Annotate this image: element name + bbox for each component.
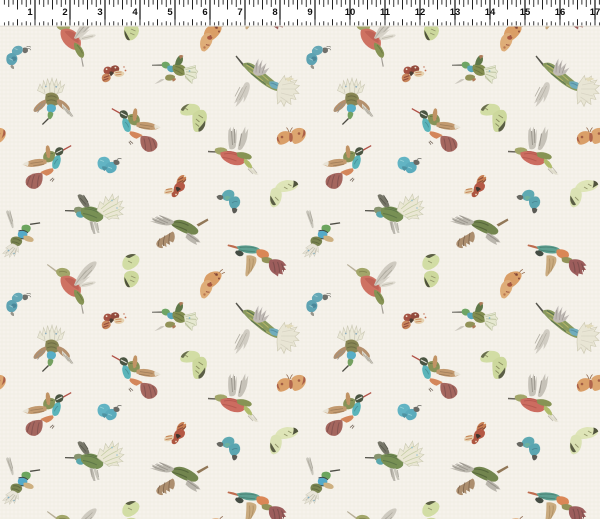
svg-text:4: 4 (132, 7, 138, 18)
svg-text:17: 17 (590, 7, 600, 18)
svg-text:1: 1 (27, 7, 33, 18)
svg-text:11: 11 (380, 7, 391, 18)
svg-text:13: 13 (450, 7, 461, 18)
svg-text:2: 2 (62, 7, 67, 18)
svg-text:9: 9 (307, 7, 312, 18)
svg-text:6: 6 (202, 7, 207, 18)
svg-text:3: 3 (97, 7, 102, 18)
svg-text:10: 10 (345, 7, 356, 18)
svg-text:12: 12 (415, 7, 426, 18)
svg-text:15: 15 (520, 7, 531, 18)
svg-text:14: 14 (485, 7, 496, 18)
svg-text:5: 5 (167, 7, 173, 18)
svg-text:8: 8 (272, 7, 277, 18)
svg-text:16: 16 (555, 7, 566, 18)
svg-text:7: 7 (237, 7, 242, 18)
